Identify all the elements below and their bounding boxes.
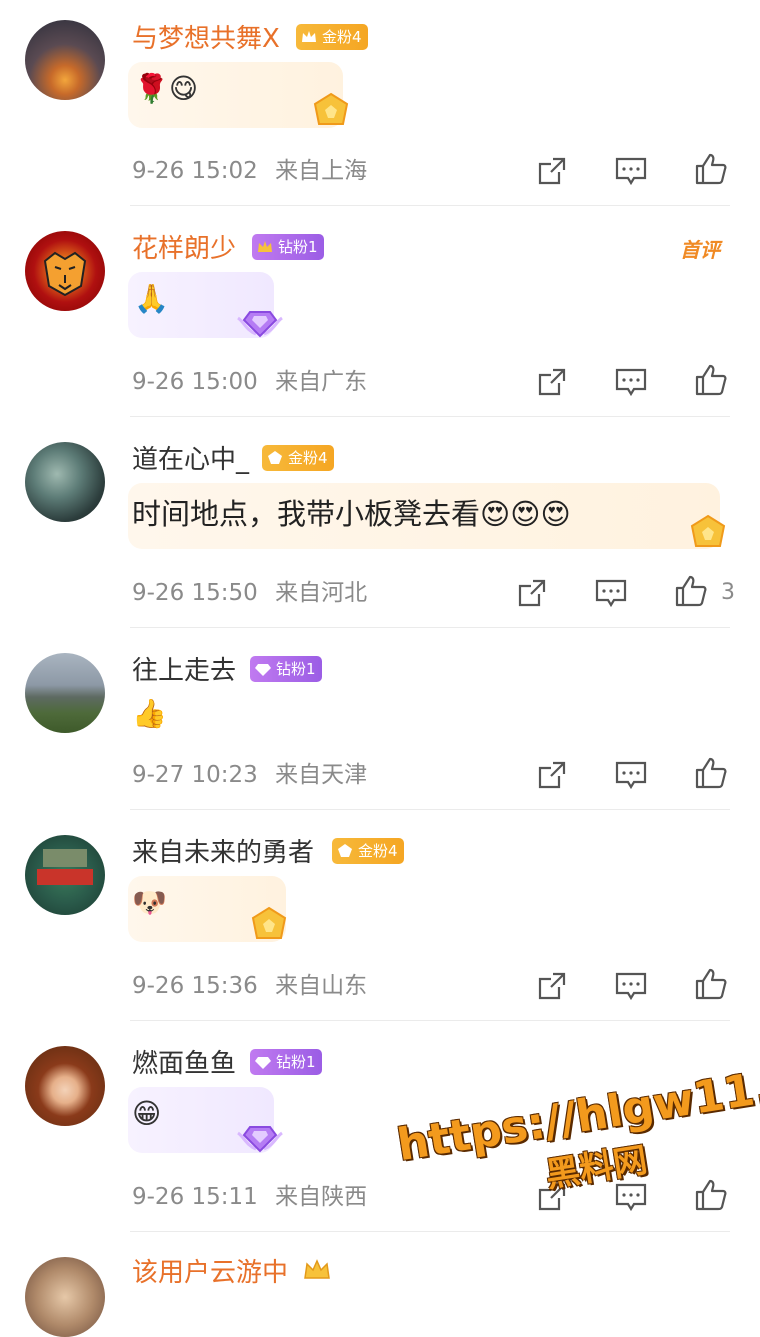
comment-icon[interactable]	[614, 154, 648, 188]
avatar[interactable]	[25, 20, 105, 100]
location: 来自陕西	[275, 1184, 368, 1210]
gem-icon	[268, 451, 282, 464]
crown-icon	[304, 1259, 330, 1279]
share-icon[interactable]	[535, 758, 569, 792]
gem-icon	[338, 844, 352, 857]
gold-medal-icon	[313, 92, 349, 125]
comment-meta: 9-26 15:11 来自陕西	[132, 1182, 367, 1212]
badge-label: 钻粉1	[276, 660, 316, 678]
username[interactable]: 与梦想共舞X	[132, 22, 280, 56]
first-comment-tag: 首评	[680, 238, 720, 262]
fan-badge[interactable]: 钻粉1	[250, 1049, 322, 1075]
like-count: 3	[721, 580, 735, 605]
comment-text: 时间地点，我带小板凳去看😍😍😍	[132, 497, 571, 531]
fan-badge[interactable]: 钻粉1	[250, 656, 322, 682]
comment-meta: 9-26 15:00 来自广东	[132, 367, 367, 397]
emoji-row: 🌹😋	[134, 72, 199, 105]
comment-icon[interactable]	[614, 758, 648, 792]
username[interactable]: 道在心中_	[132, 443, 249, 477]
emoji-row: 👍	[132, 697, 167, 730]
username[interactable]: 来自未来的勇者	[132, 836, 314, 870]
divider	[130, 627, 730, 628]
username[interactable]: 该用户云游中	[132, 1256, 288, 1290]
location: 来自山东	[275, 973, 368, 999]
location: 来自河北	[275, 580, 368, 606]
like-icon[interactable]	[694, 363, 728, 397]
fan-badge[interactable]: 金粉4	[332, 838, 404, 864]
timestamp: 9-26 15:00	[132, 369, 258, 395]
username[interactable]: 往上走去	[132, 654, 236, 688]
divider	[130, 809, 730, 810]
divider	[130, 1231, 730, 1232]
badge-label: 金粉4	[288, 449, 328, 467]
emoji-row: 😁	[132, 1097, 162, 1130]
badge-label: 钻粉1	[278, 238, 318, 256]
avatar[interactable]	[25, 1257, 105, 1337]
game-logo-icon	[37, 849, 93, 885]
share-icon[interactable]	[535, 365, 569, 399]
username[interactable]: 燃面鱼鱼	[132, 1047, 236, 1081]
comment-meta: 9-27 10:23 来自天津	[132, 760, 367, 790]
diamond-icon	[255, 664, 271, 676]
comment-meta: 9-26 15:02 来自上海	[132, 156, 367, 186]
gold-medal-icon	[690, 514, 726, 547]
timestamp: 9-26 15:50	[132, 580, 258, 606]
comment-icon[interactable]	[594, 576, 628, 610]
like-icon[interactable]	[674, 574, 708, 608]
share-icon[interactable]	[535, 969, 569, 1003]
share-icon[interactable]	[535, 154, 569, 188]
share-icon[interactable]	[515, 576, 549, 610]
avatar[interactable]	[25, 231, 105, 311]
diamond-medal-icon	[237, 311, 283, 338]
badge-label: 钻粉1	[276, 1053, 316, 1071]
crown-icon	[258, 241, 272, 252]
badge-label: 金粉4	[322, 28, 362, 46]
like-icon[interactable]	[694, 152, 728, 186]
avatar[interactable]	[25, 835, 105, 915]
timestamp: 9-26 15:11	[132, 1184, 258, 1210]
timestamp: 9-27 10:23	[132, 762, 258, 788]
like-icon[interactable]	[694, 967, 728, 1001]
emoji-row: 🐶	[132, 886, 167, 919]
divider	[130, 205, 730, 206]
divider	[130, 1020, 730, 1021]
badge-label: 金粉4	[358, 842, 398, 860]
fan-badge[interactable]: 金粉4	[262, 445, 334, 471]
emoji-row: 🙏	[134, 282, 169, 315]
comment-meta: 9-26 15:50 来自河北	[132, 578, 367, 608]
fan-badge[interactable]: 金粉4	[296, 24, 368, 50]
timestamp: 9-26 15:36	[132, 973, 258, 999]
timestamp: 9-26 15:02	[132, 158, 258, 184]
comment-icon[interactable]	[614, 365, 648, 399]
location: 来自广东	[275, 369, 368, 395]
comment-icon[interactable]	[614, 969, 648, 1003]
avatar[interactable]	[25, 1046, 105, 1126]
crown-icon	[302, 31, 316, 42]
comment-meta: 9-26 15:36 来自山东	[132, 971, 367, 1001]
gold-medal-icon	[251, 906, 287, 939]
avatar[interactable]	[25, 653, 105, 733]
diamond-icon	[255, 1057, 271, 1069]
like-icon[interactable]	[694, 756, 728, 790]
tiger-avatar-icon	[43, 251, 87, 297]
diamond-medal-icon	[237, 1126, 283, 1153]
like-icon[interactable]	[694, 1178, 728, 1212]
divider	[130, 416, 730, 417]
avatar[interactable]	[25, 442, 105, 522]
fan-badge[interactable]: 钻粉1	[252, 234, 324, 260]
location: 来自天津	[275, 762, 368, 788]
username[interactable]: 花样朗少	[132, 232, 236, 266]
location: 来自上海	[275, 158, 368, 184]
